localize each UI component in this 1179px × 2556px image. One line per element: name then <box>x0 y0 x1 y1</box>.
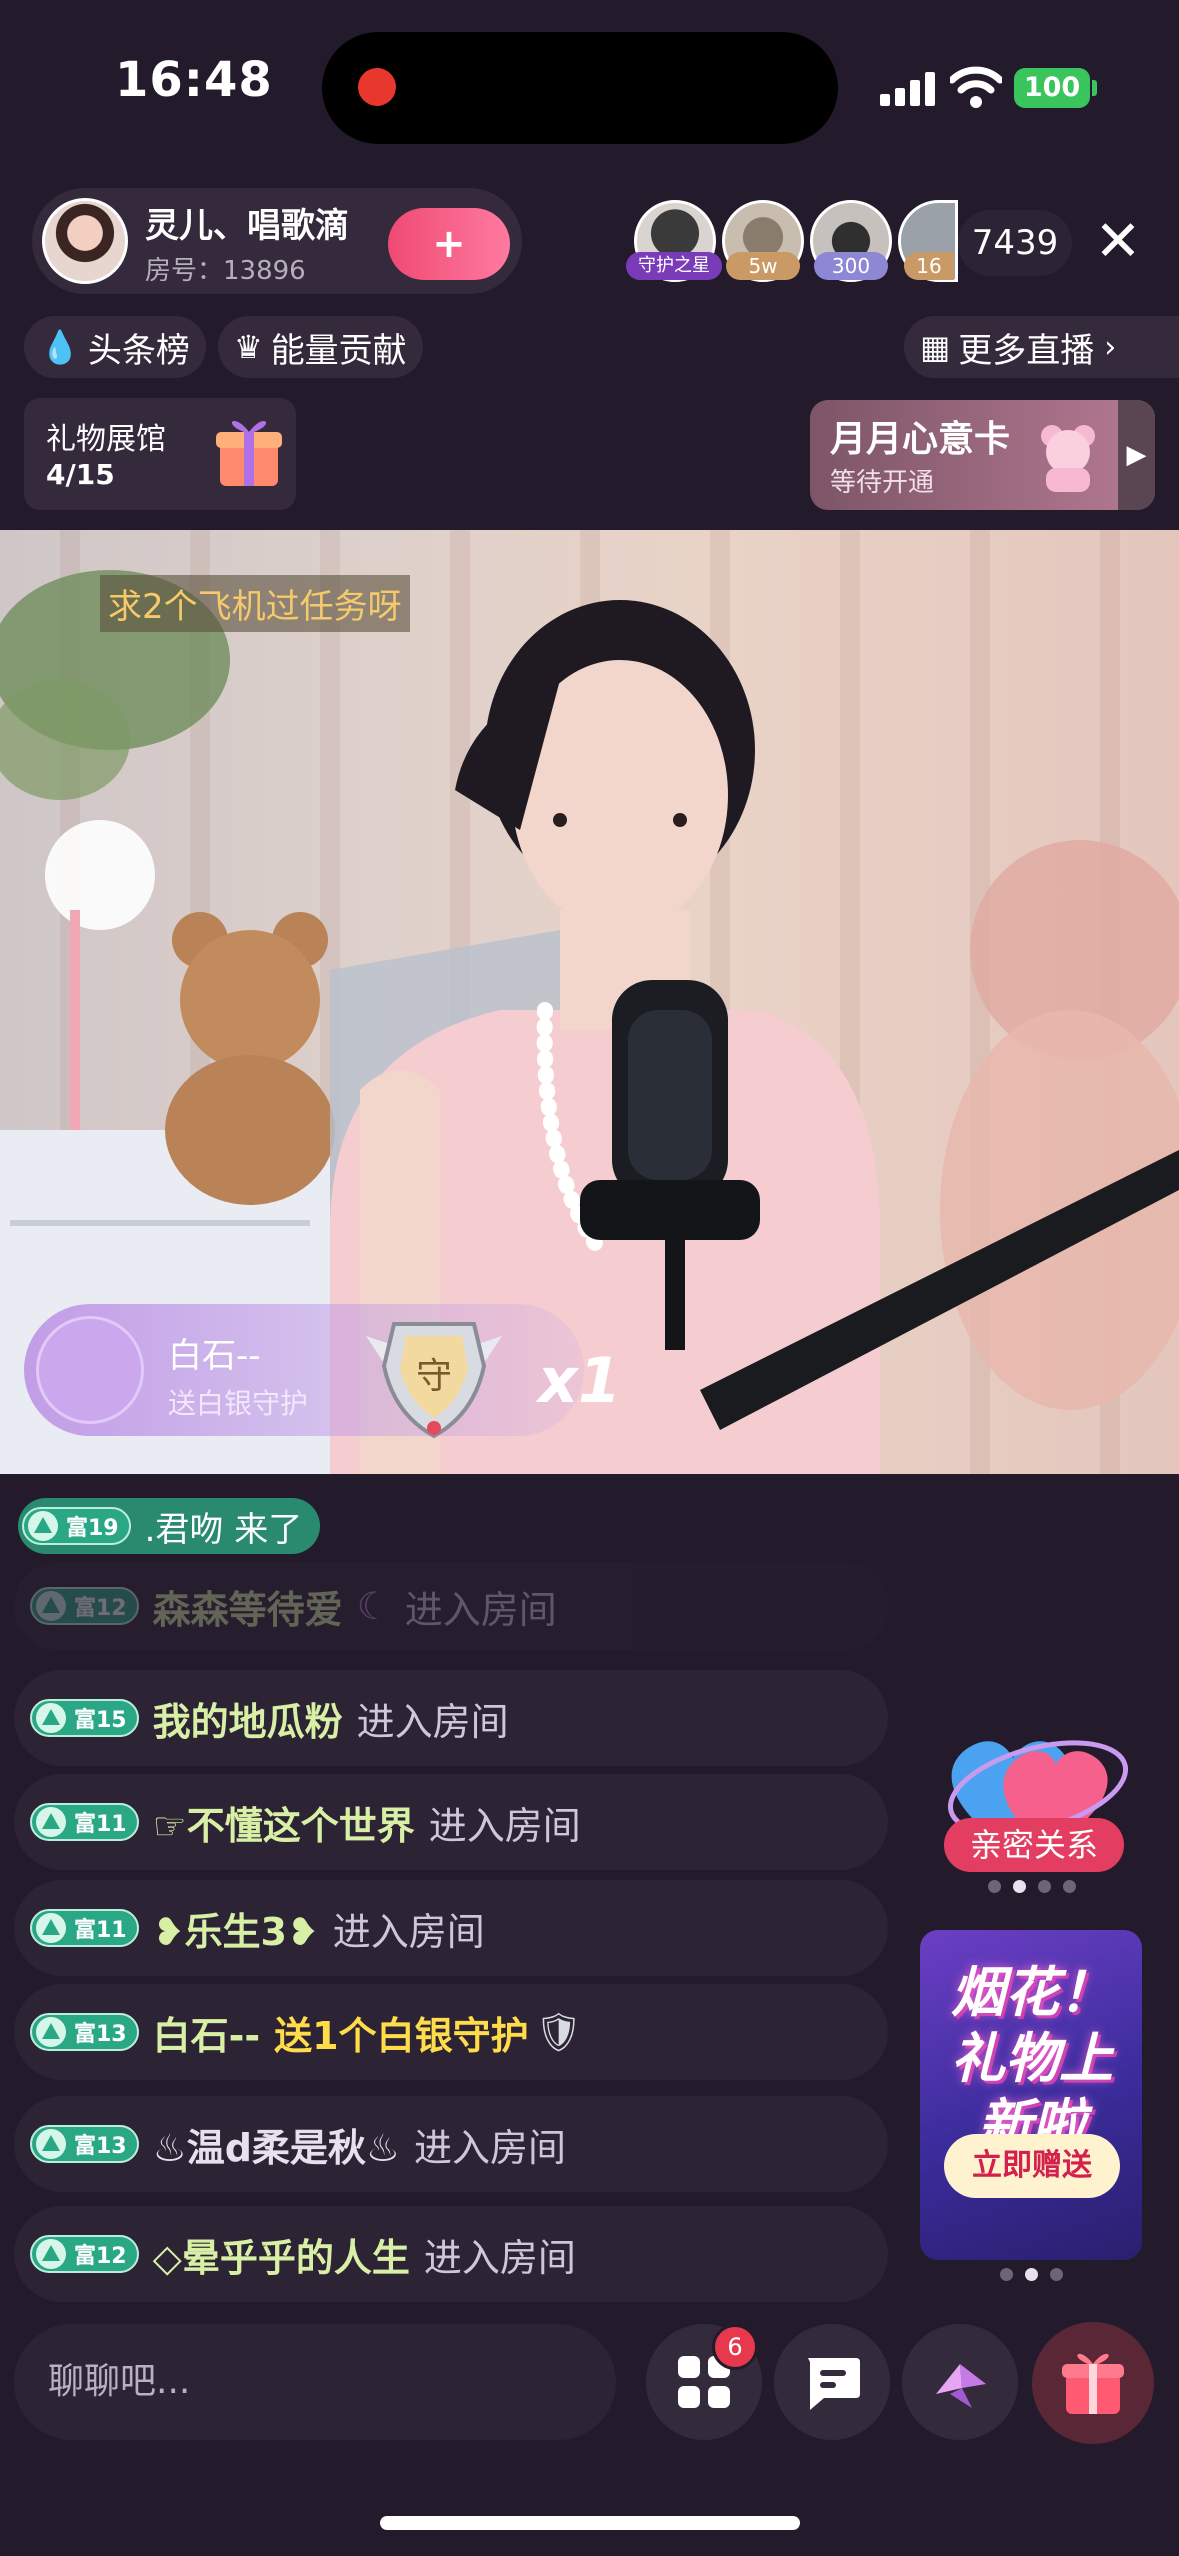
monthly-card-title: 月月心意卡 <box>830 419 1011 460</box>
silver-guard-gift-icon: 🛡 <box>534 2009 583 2054</box>
arrival-notice-text: .君吻 来了 <box>144 1509 303 1550</box>
level-icon <box>36 2239 66 2269</box>
wealth-level-badge: 富15 <box>30 1699 139 1737</box>
chat-username[interactable]: 我的地瓜粉 <box>153 1691 343 1746</box>
sender-avatar[interactable] <box>36 1316 144 1424</box>
chat-message[interactable]: 富12 ◇晕乎乎的人生 进入房间 <box>14 2206 888 2302</box>
home-indicator[interactable] <box>380 2516 800 2530</box>
intimacy-label[interactable]: 亲密关系 <box>944 1818 1124 1872</box>
chat-input[interactable]: 聊聊吧... <box>14 2324 616 2440</box>
toast-sender: 白石-- <box>168 1336 261 1376</box>
chat-username[interactable]: ❥乐生3❥ <box>153 1901 319 1956</box>
level-icon <box>28 1511 58 1541</box>
promo-page-dots <box>1000 2268 1063 2282</box>
viewer-tag: 16 <box>904 252 954 280</box>
chat-action: 进入房间 <box>423 2235 576 2280</box>
moon-icon: ☾ <box>356 1584 391 1628</box>
headline-rank-button[interactable]: 💧 头条榜 <box>24 316 206 378</box>
chat-username[interactable]: ☞不懂这个世界 <box>153 1795 415 1850</box>
viewer-tag: 守护之星 <box>626 252 722 280</box>
apps-badge: 6 <box>712 2324 758 2370</box>
promo-title: 烟花！礼物上新啦 <box>951 1961 1113 2156</box>
wealth-level-badge: 富11 <box>30 1803 139 1841</box>
gift-multiplier: x1 <box>538 1344 622 1417</box>
level-icon <box>36 1807 66 1837</box>
room-number: 房号：13896 <box>145 256 306 286</box>
chat-action: 进入房间 <box>332 1909 485 1954</box>
task-caption: 求2个飞机过任务呀 <box>100 575 410 632</box>
viewer-tag: 5w <box>726 252 800 280</box>
follow-button[interactable]: + <box>388 208 510 280</box>
intimacy-page-dots <box>988 1880 1076 1894</box>
more-live-label: 更多直播 <box>958 330 1095 371</box>
chat-action: 进入房间 <box>428 1803 581 1848</box>
wifi-icon <box>950 66 1002 108</box>
chat-action: 进入房间 <box>413 2125 566 2170</box>
silver-guard-badge-icon: 守 <box>366 1322 502 1439</box>
chat-username[interactable]: ♨温d柔是秋♨ <box>153 2117 400 2172</box>
battery-indicator: 100 <box>1014 68 1090 108</box>
chat-message[interactable]: 富13 白石-- 送1个白银守护 🛡 <box>14 1984 888 2080</box>
wealth-level-badge: 富13 <box>30 2125 139 2163</box>
wealth-level-badge: 富12 <box>30 2235 139 2273</box>
send-now-button[interactable]: 立即赠送 <box>944 2134 1120 2198</box>
viewer-tag: 300 <box>814 252 888 280</box>
wealth-level-badge: 富12 <box>30 1587 139 1625</box>
host-avatar[interactable] <box>42 198 128 284</box>
online-count[interactable]: 7439 <box>958 210 1072 276</box>
monthly-card-subtitle: 等待开通 <box>830 468 935 498</box>
bear-icon <box>1041 425 1095 492</box>
chat-action: 进入房间 <box>404 1587 557 1632</box>
close-icon[interactable]: ✕ <box>1088 212 1148 272</box>
host-name: 灵儿、唱歌滴 <box>145 206 349 246</box>
message-button[interactable] <box>774 2324 890 2440</box>
gift-icon <box>1062 2353 1124 2414</box>
energy-contribution-button[interactable]: ♛ 能量贡献 <box>218 316 423 378</box>
wealth-level-badge: 富13 <box>30 2013 139 2051</box>
level-icon <box>36 1591 66 1621</box>
headline-rank-label: 头条榜 <box>87 330 190 371</box>
cellular-signal-icon <box>880 70 936 106</box>
badge-char: 守 <box>416 1356 452 1397</box>
chat-username[interactable]: ◇晕乎乎的人生 <box>153 2227 410 2282</box>
chat-username[interactable]: 森森等待爱 <box>153 1579 343 1634</box>
chat-message[interactable]: 富15 我的地瓜粉 进入房间 <box>14 1670 888 1766</box>
wealth-level-badge: 富11 <box>30 1909 139 1947</box>
level-icon <box>36 1703 66 1733</box>
chevron-right-icon: › <box>1104 329 1117 365</box>
chat-message[interactable]: 富13 ♨温d柔是秋♨ 进入房间 <box>14 2096 888 2192</box>
play-arrow-icon[interactable]: ▶ <box>1118 400 1155 510</box>
recording-indicator-icon <box>358 68 396 106</box>
gift-hall-count: 4/15 <box>46 458 115 491</box>
more-live-button[interactable]: ▦ 更多直播 › <box>904 316 1179 378</box>
crown-icon: ♛ <box>234 328 263 366</box>
chat-gift-action: 送1个白银守护 <box>274 2013 529 2058</box>
chat-message[interactable]: 富12 森森等待爱 ☾ 进入房间 <box>14 1562 888 1650</box>
arrival-notice: 富19 .君吻 来了 <box>18 1498 321 1554</box>
gift-hall-title: 礼物展馆 <box>46 422 166 457</box>
energy-contribution-label: 能量贡献 <box>270 330 407 371</box>
drop-icon: 💧 <box>40 328 80 366</box>
plus-icon: + <box>432 221 466 267</box>
toast-gift-text: 送白银守护 <box>168 1387 309 1420</box>
grid-icon: ▦ <box>920 328 951 366</box>
chat-action: 进入房间 <box>356 1699 509 1744</box>
chat-message[interactable]: 富11 ☞不懂这个世界 进入房间 <box>14 1774 888 1870</box>
level-icon <box>36 2129 66 2159</box>
chat-username[interactable]: 白石-- <box>153 2005 261 2060</box>
dynamic-island <box>322 32 838 144</box>
wealth-level-badge: 富19 <box>22 1507 131 1545</box>
chat-message[interactable]: 富11 ❥乐生3❥ 进入房间 <box>14 1880 888 1976</box>
gift-box-icon <box>216 421 282 486</box>
chat-bubble-icon <box>808 2358 860 2410</box>
level-icon <box>36 1913 66 1943</box>
battery-cap <box>1092 80 1097 96</box>
level-icon <box>36 2017 66 2047</box>
gift-button[interactable] <box>1032 2322 1154 2444</box>
paper-crane-icon <box>936 2364 986 2408</box>
status-time: 16:48 <box>115 52 273 108</box>
share-button[interactable] <box>902 2324 1018 2440</box>
